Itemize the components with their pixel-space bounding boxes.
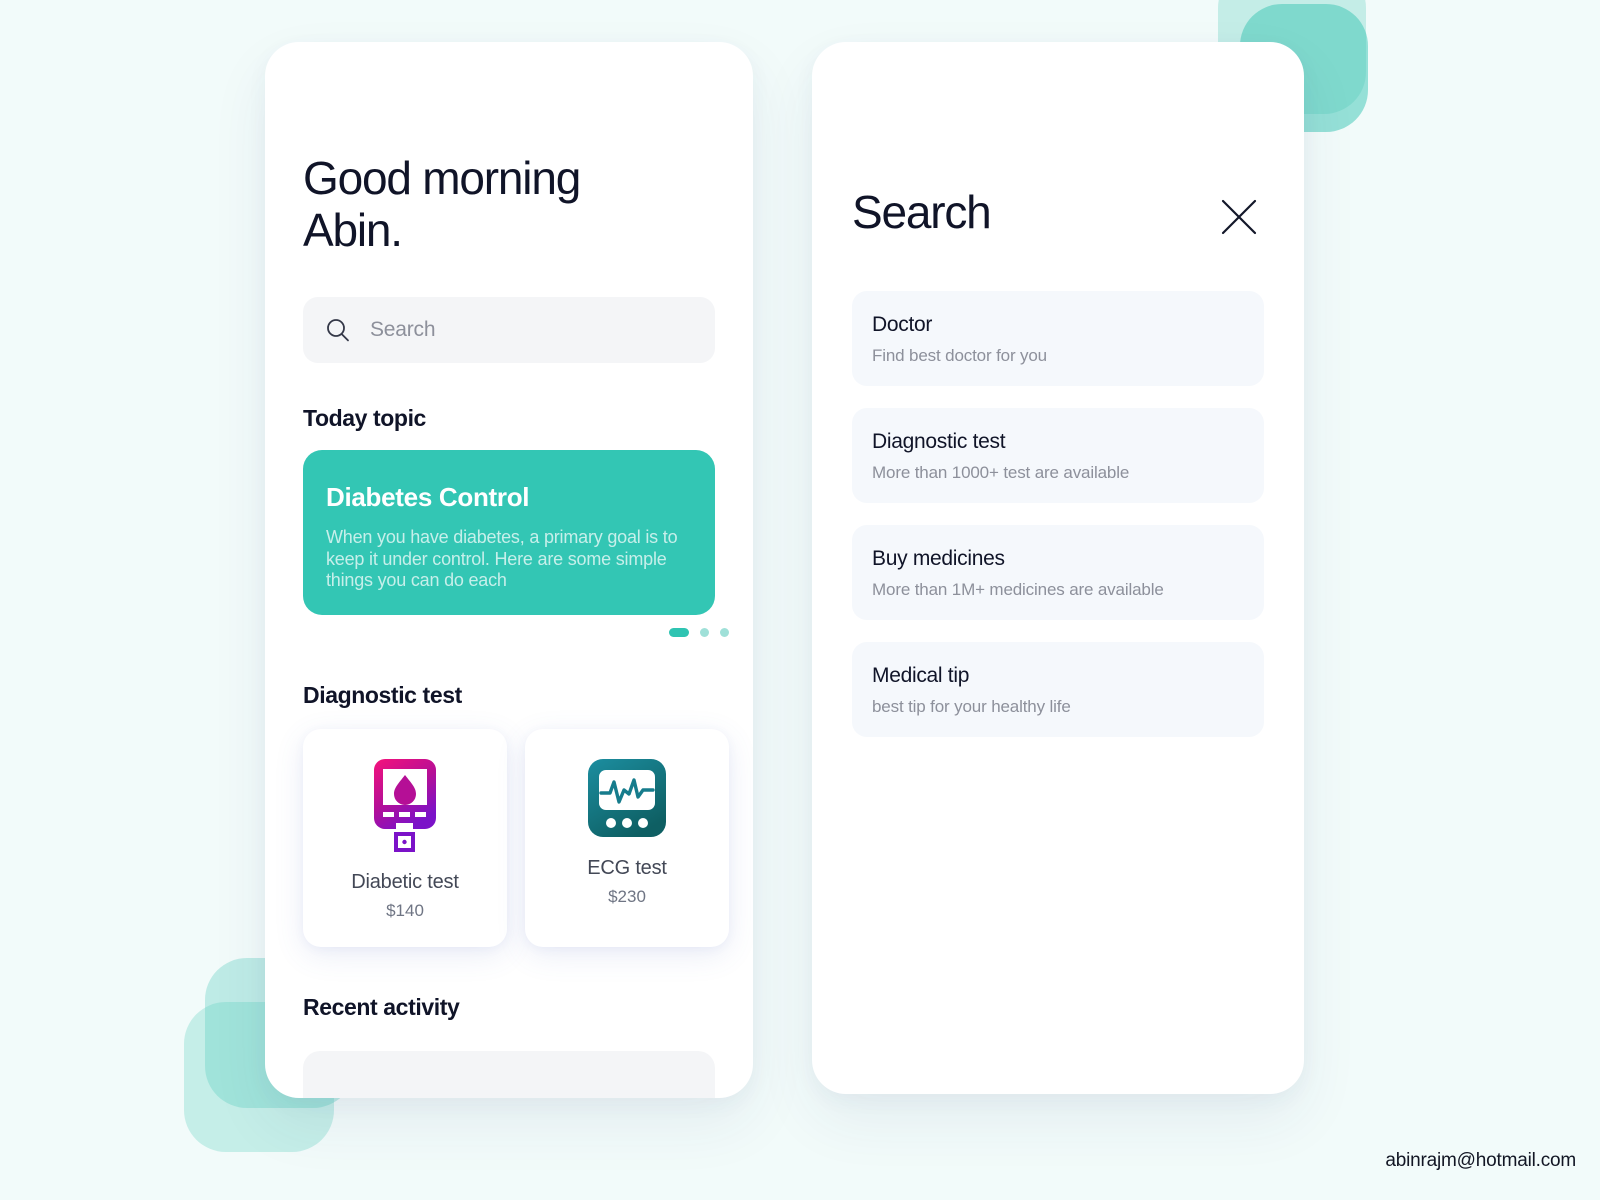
carousel-pagination[interactable] <box>669 628 729 637</box>
close-icon <box>1221 199 1257 235</box>
search-result-medical-tip[interactable]: Medical tip best tip for your healthy li… <box>852 642 1264 737</box>
search-result-doctor[interactable]: Doctor Find best doctor for you <box>852 291 1264 386</box>
glucometer-icon <box>374 759 436 852</box>
greeting-heading: Good morning Abin. <box>303 152 663 256</box>
carousel-dot-3[interactable] <box>720 628 729 637</box>
close-button[interactable] <box>1216 194 1262 240</box>
home-search-placeholder: Search <box>370 318 436 341</box>
today-topic-section-title: Today topic <box>303 405 426 431</box>
search-icon <box>327 319 349 342</box>
home-screen-phone: Good morning Abin. Search Today topic Di… <box>265 42 753 1098</box>
search-screen-phone: Search Doctor Find best doctor for you D… <box>812 42 1304 1094</box>
diagnostic-card-name: Diabetic test <box>351 871 459 893</box>
recent-activity-card[interactable] <box>303 1051 715 1098</box>
diagnostic-card-price: $140 <box>386 901 424 920</box>
diagnostic-card-name: ECG test <box>587 857 667 879</box>
today-topic-card-title: Diabetes Control <box>326 482 530 512</box>
search-results-list: Doctor Find best doctor for you Diagnost… <box>852 291 1264 737</box>
ecg-monitor-icon <box>588 759 666 837</box>
greeting-line-2: Abin. <box>303 204 403 256</box>
home-search-field[interactable]: Search <box>303 297 715 363</box>
search-result-subtitle: best tip for your healthy life <box>872 697 1071 716</box>
search-result-title: Doctor <box>872 313 933 336</box>
footer-email: abinrajm@hotmail.com <box>1385 1150 1576 1171</box>
recent-activity-section-title: Recent activity <box>303 994 460 1020</box>
search-result-title: Buy medicines <box>872 547 1005 570</box>
search-result-buy-medicines[interactable]: Buy medicines More than 1M+ medicines ar… <box>852 525 1264 620</box>
search-result-title: Diagnostic test <box>872 430 1006 453</box>
search-result-title: Medical tip <box>872 664 970 687</box>
carousel-dot-2[interactable] <box>700 628 709 637</box>
greeting-line-1: Good morning <box>303 152 581 204</box>
today-topic-card[interactable]: Diabetes Control When you have diabetes,… <box>303 450 715 615</box>
search-result-diagnostic-test[interactable]: Diagnostic test More than 1000+ test are… <box>852 408 1264 503</box>
search-result-subtitle: More than 1000+ test are available <box>872 463 1130 482</box>
diagnostic-test-section-title: Diagnostic test <box>303 682 462 708</box>
search-page-title: Search <box>852 186 992 238</box>
diagnostic-card-price: $230 <box>608 887 646 906</box>
search-result-subtitle: More than 1M+ medicines are available <box>872 580 1164 599</box>
carousel-dot-1[interactable] <box>669 628 689 637</box>
today-topic-card-body: When you have diabetes, a primary goal i… <box>326 527 678 590</box>
search-result-subtitle: Find best doctor for you <box>872 346 1047 365</box>
diagnostic-card-diabetic-test[interactable]: Diabetic test $140 <box>303 729 507 947</box>
diagnostic-card-ecg-test[interactable]: ECG test $230 <box>525 729 729 947</box>
